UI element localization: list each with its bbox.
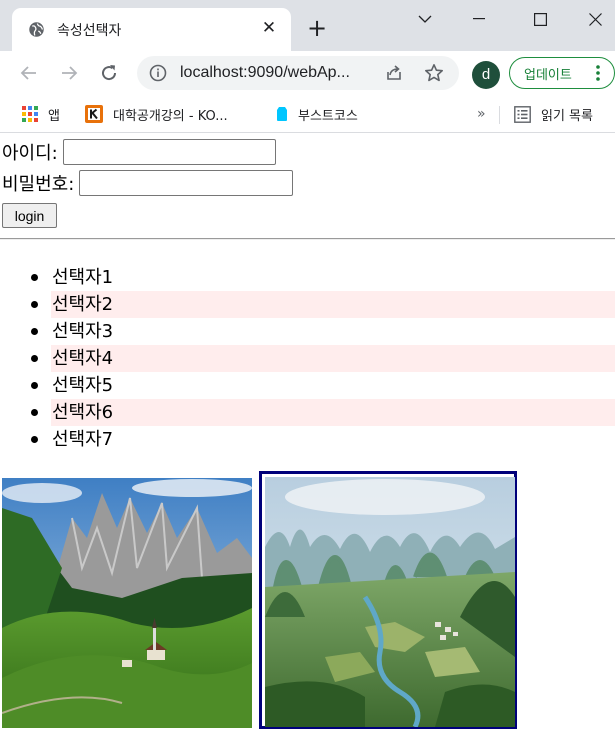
bookmark-kocw[interactable]: 대학공개강의 - KO... [85, 103, 228, 125]
horizontal-rule [0, 238, 615, 240]
bookmark-apps[interactable]: 앱 [22, 103, 60, 125]
profile-avatar[interactable]: d [472, 61, 500, 89]
list-item: 선택자1 [0, 264, 615, 291]
list-item-label: 선택자6 [51, 399, 615, 426]
browser-titlebar: 속성선택자 ✕ + [0, 0, 615, 51]
site-info-icon[interactable] [149, 64, 167, 82]
list-item-label: 선택자5 [52, 375, 114, 396]
browser-toolbar: localhost:9090/webAp... d 업데이트 [0, 51, 615, 96]
close-window-icon[interactable] [572, 0, 615, 38]
apps-grid-icon [22, 106, 38, 122]
browser-tab[interactable]: 속성선택자 ✕ [12, 8, 291, 51]
id-input[interactable] [62, 139, 276, 165]
list-item: 선택자5 [0, 372, 615, 399]
mountain-meadow-image [2, 478, 252, 728]
bookmarks-divider [499, 106, 500, 124]
bullet-icon [31, 409, 38, 416]
reading-list-label: 읽기 목록 [541, 108, 593, 124]
boostcourse-icon [277, 107, 287, 121]
bookmark-kocw-label: 대학공개강의 - KO... [113, 108, 228, 124]
list-item-label: 선택자7 [52, 429, 114, 450]
tab-search-icon[interactable] [402, 0, 448, 38]
bookmark-boostcourse[interactable]: 부스트코스 [276, 103, 358, 125]
password-input[interactable] [79, 170, 294, 196]
list-item-label: 선택자2 [51, 291, 615, 318]
id-label: 아이디: [2, 143, 58, 164]
list-item-label: 선택자4 [51, 345, 615, 372]
bookmark-apps-label: 앱 [48, 108, 60, 124]
forward-icon[interactable] [57, 61, 81, 85]
bullet-icon [31, 301, 38, 308]
list-item-label: 선택자3 [52, 321, 114, 342]
password-label: 비밀번호: [2, 174, 75, 195]
password-row: 비밀번호: [2, 170, 294, 196]
bookmark-star-icon[interactable] [424, 63, 444, 83]
bullet-icon [31, 328, 38, 335]
update-label: 업데이트 [524, 68, 572, 83]
new-tab-button[interactable]: + [306, 16, 328, 40]
list-item: 선택자2 [0, 291, 615, 318]
bookmarks-bar: 앱 대학공개강의 - KO... 부스트코스 » 읽기 목록 [0, 96, 615, 133]
update-button[interactable]: 업데이트 [509, 57, 615, 89]
maximize-icon[interactable] [517, 0, 563, 38]
kocw-logo-icon [85, 105, 103, 123]
login-button[interactable]: login [2, 203, 57, 228]
list-item: 선택자4 [0, 345, 615, 372]
reading-list-icon [514, 105, 531, 123]
bookmarks-overflow-button[interactable]: » [477, 103, 486, 125]
bullet-icon [31, 274, 38, 281]
minimize-icon[interactable] [456, 0, 502, 38]
back-icon[interactable] [17, 61, 41, 85]
reload-icon[interactable] [97, 61, 121, 85]
tab-title: 속성선택자 [57, 23, 122, 39]
tab-close-icon[interactable]: ✕ [259, 18, 279, 38]
list-item: 선택자7 [0, 426, 615, 453]
bullet-icon [31, 355, 38, 362]
reading-list-button[interactable]: 읽기 목록 [514, 103, 593, 125]
address-bar[interactable]: localhost:9090/webAp... [137, 56, 459, 90]
bullet-icon [31, 436, 38, 443]
list-item-label: 선택자1 [52, 267, 114, 288]
menu-kebab-icon[interactable] [596, 65, 600, 81]
karst-valley-image-frame [259, 471, 517, 729]
karst-valley-image [265, 477, 515, 727]
page-content: 아이디: 비밀번호: login 선택자1 선택자2 선택자3 선택자4 선택자… [0, 136, 615, 742]
list-item: 선택자3 [0, 318, 615, 345]
id-row: 아이디: [2, 139, 276, 165]
share-icon[interactable] [385, 64, 403, 82]
globe-icon [29, 22, 44, 37]
list-item: 선택자6 [0, 399, 615, 426]
bookmark-boostcourse-label: 부스트코스 [298, 108, 358, 124]
selector-list: 선택자1 선택자2 선택자3 선택자4 선택자5 선택자6 선택자7 [0, 264, 615, 453]
bullet-icon [31, 382, 38, 389]
url-text[interactable]: localhost:9090/webAp... [180, 64, 350, 82]
